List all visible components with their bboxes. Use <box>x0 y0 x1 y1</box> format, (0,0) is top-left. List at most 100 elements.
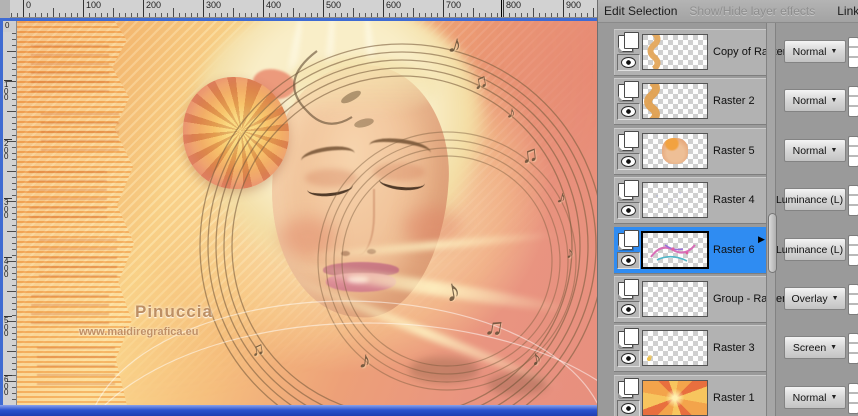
note-shadow <box>409 357 479 383</box>
opacity-slider[interactable] <box>848 86 858 117</box>
ruler-label: 500 <box>323 0 341 17</box>
layer-row[interactable]: Raster 4 <box>614 177 766 223</box>
blend-mode-dropdown[interactable]: Screen ▼ <box>784 336 846 359</box>
chevron-down-icon: ▼ <box>830 394 838 401</box>
ruler-position-marker <box>501 0 502 17</box>
blend-mode-dropdown[interactable]: Normal ▼ <box>784 386 846 409</box>
layer-name[interactable]: Group - Raster 4 <box>713 276 795 322</box>
visibility-eye-icon[interactable] <box>617 400 640 416</box>
blend-mode-dropdown[interactable]: Luminance (L) ▼ <box>776 188 854 211</box>
layer-row[interactable]: Raster 3 <box>614 325 766 371</box>
link-unlink-button[interactable]: Link/Un <box>831 4 858 18</box>
visibility-eye-icon[interactable] <box>617 153 640 170</box>
layer-thumbnail[interactable] <box>642 380 708 416</box>
selected-layer-expand-arrow[interactable]: ▶ <box>758 234 765 245</box>
opacity-slider[interactable] <box>848 333 858 364</box>
eye-glyph <box>621 255 636 266</box>
opacity-slider[interactable] <box>848 284 858 315</box>
opacity-slider[interactable] <box>848 185 858 216</box>
layers-panel: Edit Selection Show/Hide layer effects L… <box>597 0 858 416</box>
layer-icons <box>616 327 640 369</box>
visibility-eye-icon[interactable] <box>617 252 640 269</box>
layer-row[interactable]: Copy of Raster 2 <box>614 29 796 75</box>
raster-layer-icon[interactable] <box>617 81 639 101</box>
ruler-label: 200 <box>4 139 12 161</box>
eye-glyph <box>621 205 636 216</box>
visibility-eye-icon[interactable] <box>617 54 640 71</box>
eye-glyph <box>621 106 636 117</box>
layer-name[interactable]: Raster 5 <box>713 128 755 174</box>
layer-row[interactable]: Raster 5 <box>614 128 766 174</box>
scrollbar-thumb[interactable] <box>767 213 777 273</box>
layer-thumbnail[interactable] <box>642 83 708 119</box>
opacity-slider[interactable] <box>848 383 858 414</box>
layer-name[interactable]: Raster 1 <box>713 375 755 416</box>
visibility-eye-icon[interactable] <box>617 301 640 318</box>
layer-row[interactable]: Group - Raster 4 <box>614 276 795 322</box>
music-note-icon: ♪ <box>565 244 575 263</box>
layer-name[interactable]: Raster 2 <box>713 78 755 124</box>
show-hide-layer-effects-button[interactable]: Show/Hide layer effects <box>683 4 821 18</box>
layer-name[interactable]: Raster 4 <box>713 177 755 223</box>
ruler-label: 400 <box>4 257 12 279</box>
layer-icons <box>616 80 640 122</box>
blend-mode-dropdown[interactable]: Luminance (L) ▼ <box>776 238 854 261</box>
layer-row-selected[interactable]: Raster 6 <box>614 227 766 273</box>
raster-layer-icon[interactable] <box>617 180 639 200</box>
raster-layer-icon[interactable] <box>617 328 639 348</box>
layer-icons <box>616 130 640 172</box>
layer-thumbnail[interactable] <box>642 133 708 169</box>
layer-name[interactable]: Raster 6 <box>713 227 755 273</box>
ruler-label: 300 <box>4 198 12 220</box>
opacity-slider[interactable] <box>848 37 858 68</box>
vertical-ruler[interactable]: 100 200 300 400 500 600 <box>3 21 17 405</box>
clef-swirl <box>293 50 353 125</box>
blend-mode-dropdown[interactable]: Normal ▼ <box>784 40 846 63</box>
ruler-label: 400 <box>263 0 281 17</box>
music-staff-swirls <box>95 43 598 405</box>
ruler-label: 200 <box>143 0 161 17</box>
watermark-name: Pinuccia <box>135 302 213 321</box>
chevron-down-icon: ▼ <box>830 147 838 154</box>
visibility-eye-icon[interactable] <box>617 202 640 219</box>
raster-layer-icon[interactable] <box>617 378 639 398</box>
blend-mode-dropdown[interactable]: Normal ▼ <box>784 89 846 112</box>
opacity-slider[interactable] <box>848 235 858 266</box>
raster-layer-icon[interactable] <box>617 279 639 299</box>
raster-layer-icon[interactable] <box>617 131 639 151</box>
music-note-icon: ♫ <box>519 140 540 168</box>
canvas-window-border-bottom <box>0 405 598 416</box>
layer-name[interactable]: Raster 3 <box>713 325 755 371</box>
ruler-label: 500 <box>4 316 12 338</box>
layer-thumbnail[interactable] <box>642 281 708 317</box>
visibility-eye-icon[interactable] <box>617 350 640 367</box>
blend-mode-value: Normal <box>792 94 827 107</box>
horizontal-ruler[interactable]: 0 100 200 300 400 500 600 700 800 900 <box>10 0 598 18</box>
visibility-eye-icon[interactable] <box>617 103 640 120</box>
layer-thumbnail[interactable] <box>642 330 708 366</box>
layer-thumbnail[interactable] <box>642 232 708 268</box>
ruler-label: 0 <box>23 0 31 17</box>
layer-thumbnail[interactable] <box>642 34 708 70</box>
blend-mode-value: Normal <box>792 391 827 404</box>
blend-mode-dropdown[interactable]: Overlay ▼ <box>784 287 846 310</box>
blend-mode-dropdown[interactable]: Normal ▼ <box>784 139 846 162</box>
layer-row[interactable]: Raster 2 <box>614 78 766 124</box>
raster-layer-icon[interactable] <box>617 32 639 52</box>
blend-mode-value: Overlay <box>791 292 828 305</box>
layer-icons <box>616 377 640 416</box>
raster-layer-icon[interactable] <box>617 230 639 250</box>
eye-glyph <box>621 57 636 68</box>
opacity-slider[interactable] <box>848 136 858 167</box>
layer-row[interactable]: Raster 1 <box>614 375 766 416</box>
ruler-origin: 0 <box>3 21 16 32</box>
layers-panel-toolbar: Edit Selection Show/Hide layer effects L… <box>598 0 858 23</box>
edit-selection-button[interactable]: Edit Selection <box>598 4 683 18</box>
layer-thumbnail[interactable] <box>642 182 708 218</box>
ruler-label: 800 <box>503 0 521 17</box>
canvas[interactable]: ♪ ♫ ♪ ♫ ♪ ♪ ♪ ♫ ♪ ♪ ♫ Pinuccia www.maidi… <box>17 21 598 405</box>
blend-mode-value: Normal <box>792 45 827 58</box>
ruler-label: 100 <box>83 0 101 17</box>
panel-scrollbar[interactable] <box>766 23 777 416</box>
ruler-label: 900 <box>563 0 581 17</box>
